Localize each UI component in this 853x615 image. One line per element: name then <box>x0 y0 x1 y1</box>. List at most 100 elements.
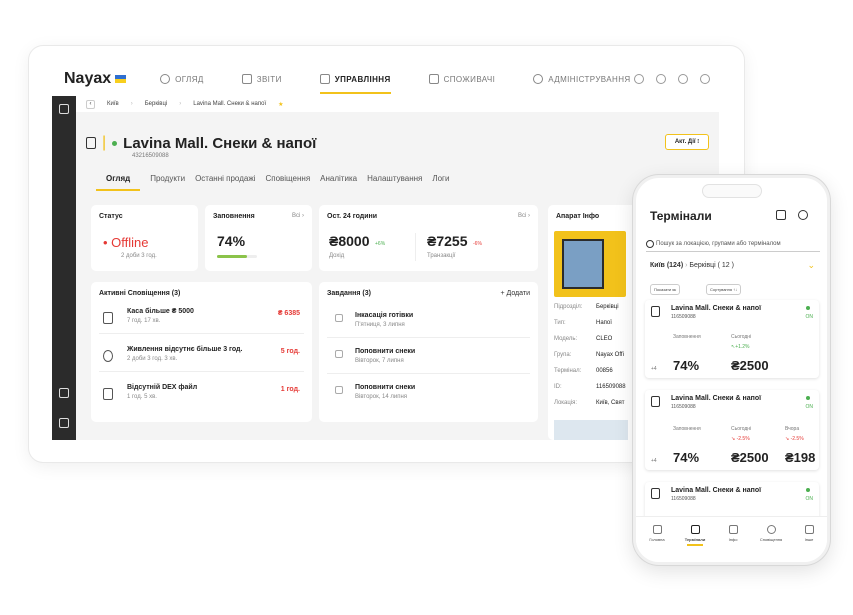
consumers-icon <box>428 74 439 84</box>
nav-manage[interactable]: УПРАВЛІННЯ <box>319 64 391 94</box>
terminal-serial: 116509088 <box>671 404 696 410</box>
nav-label: ОГЛЯД <box>175 74 204 84</box>
breadcrumb-separator: › <box>179 101 182 107</box>
bookmark-icon[interactable] <box>59 418 69 428</box>
sort-button[interactable]: Сортування ↑↓ <box>706 284 742 295</box>
tab-label: Інше <box>804 537 814 542</box>
breadcrumb-item: Lavina Mall. Снеки & напої <box>193 101 267 107</box>
alert-row[interactable]: Живлення відсутнє більше 3 год. 2 доби 3 … <box>99 342 304 372</box>
tab-products[interactable]: Продукти <box>150 174 185 191</box>
nav-consumers[interactable]: СПОЖИВАЧІ <box>428 64 496 94</box>
tab-terminals[interactable]: Термінали <box>678 525 712 546</box>
device-title: Lavina Mall. Снеки & напої <box>123 134 317 152</box>
alert-value: 1 год. <box>280 386 300 393</box>
actions-button[interactable]: Акт. Дії ⁝ <box>665 134 709 150</box>
tab-overview[interactable]: Огляд <box>96 174 141 191</box>
yesterday-label: Вчора <box>785 426 800 432</box>
bell-icon <box>766 525 776 534</box>
vending-machine-icon <box>651 488 660 499</box>
search-icon[interactable] <box>634 74 644 84</box>
back-button[interactable]: ‹ <box>86 99 95 109</box>
transactions-label: Транзакції <box>427 253 456 259</box>
yesterday-change: ↘ -2.5% <box>785 436 804 442</box>
tab-recent-sales[interactable]: Останні продажі <box>195 174 255 191</box>
nav-overview[interactable]: ОГЛЯД <box>160 64 204 94</box>
transactions-value: ₴7255 <box>427 233 468 249</box>
location-map[interactable] <box>554 420 628 440</box>
task-checkbox[interactable] <box>335 314 343 322</box>
tab-analytics[interactable]: Аналітика <box>320 174 357 191</box>
user-icon[interactable] <box>678 74 688 84</box>
manage-icon <box>319 74 330 84</box>
all-link[interactable]: Всі › <box>292 213 304 219</box>
home-icon <box>652 525 662 534</box>
actions-label: Акт. Дії <box>674 139 696 145</box>
filter-icon[interactable] <box>776 210 786 220</box>
tab-alerts[interactable]: Сповіщення <box>265 174 310 191</box>
nav-admin[interactable]: АДМІНІСТРУВАННЯ <box>533 64 630 94</box>
device-serial: 43216509088 <box>132 153 169 159</box>
task-row[interactable]: Поповнити снеки Вівторок, 7 липня <box>327 344 530 374</box>
vending-machine-icon <box>651 306 660 317</box>
vending-machine-image <box>554 231 626 297</box>
hierarchy-icon[interactable] <box>59 104 69 114</box>
fill-card: Заповнення Всі › 74% <box>205 205 312 271</box>
card-title: Апарат Інфо <box>556 213 600 220</box>
terminal-icon <box>690 525 700 534</box>
vending-machine-icon <box>651 396 660 407</box>
gear-icon[interactable] <box>700 74 710 84</box>
breadcrumb-item[interactable]: Київ <box>107 101 119 107</box>
terminal-serial: 116509088 <box>671 496 696 502</box>
reports-icon <box>241 74 252 84</box>
terminal-card[interactable]: Lavina Mall. Снеки & напої 116509088 ON … <box>645 300 819 378</box>
income-change: +6% <box>375 241 386 247</box>
nav-reports[interactable]: ЗВІТИ <box>241 64 282 94</box>
info-value: Київ, Свят <box>596 400 625 406</box>
terminal-serial: 116509088 <box>671 314 696 320</box>
tab-notifications[interactable]: Сповіщення <box>754 525 788 542</box>
card-title: Ост. 24 години <box>327 213 378 220</box>
book-icon[interactable] <box>59 388 69 398</box>
info-value: Nayax Offi <box>596 352 624 358</box>
machine-glass <box>562 239 604 289</box>
task-row[interactable]: Поповнити снеки Вівторок, 14 липня <box>327 380 530 410</box>
info-label: Підрозділ: <box>554 304 583 310</box>
add-task-button[interactable]: + Додати <box>500 290 530 297</box>
device-tabs: Огляд Продукти Останні продажі Сповіщенн… <box>96 174 449 191</box>
task-title: Поповнити снеки <box>355 348 416 355</box>
tab-info[interactable]: Інфо <box>716 525 750 542</box>
tab-settings[interactable]: Налаштування <box>367 174 422 191</box>
alert-row[interactable]: Відсутній DEX файл 1 год. 5 хв. 1 год. <box>99 380 304 410</box>
transactions-change: -6% <box>473 241 482 247</box>
all-link[interactable]: Всі › <box>518 213 530 219</box>
alert-value: 5 год. <box>280 348 300 355</box>
alert-row[interactable]: Каса більше ₴ 5000 7 год. 17 хв. ₴ 6385 <box>99 304 304 334</box>
star-icon[interactable]: ★ <box>278 101 283 108</box>
chevron-down-icon[interactable]: ⌄ <box>807 260 815 271</box>
terminal-card[interactable]: Lavina Mall. Снеки & напої 116509088 ON … <box>645 390 819 470</box>
nav-label: СПОЖИВАЧІ <box>443 74 496 84</box>
breadcrumb-item[interactable]: Берківці <box>145 101 168 107</box>
nav-label: АДМІНІСТРУВАННЯ <box>548 74 631 84</box>
fill-label: Заповнення <box>673 334 701 340</box>
task-checkbox[interactable] <box>335 350 343 358</box>
today-change: ↘ -2.5% <box>731 436 750 442</box>
sidebar <box>52 96 76 440</box>
tab-home[interactable]: Головна <box>640 525 674 542</box>
tab-more[interactable]: Інше <box>792 525 826 542</box>
location-selector[interactable]: Київ (124) › Берківці ( 12 ) <box>650 262 734 269</box>
nayax-logo[interactable]: Nayax <box>64 70 127 88</box>
tab-logs[interactable]: Логи <box>432 174 449 191</box>
task-checkbox[interactable] <box>335 386 343 394</box>
terminal-name: Lavina Mall. Снеки & напої <box>671 487 762 494</box>
search-input[interactable]: Пошук за локацією, групами або термінало… <box>646 236 820 252</box>
task-row[interactable]: Інкасація готівки П'ятниця, 3 липня <box>327 308 530 338</box>
bell-icon[interactable] <box>656 74 666 84</box>
chip-label: Сортування ↑↓ <box>710 287 738 292</box>
admin-icon <box>533 74 544 84</box>
online-status-dot <box>806 488 810 492</box>
show-as-button[interactable]: Показати як <box>650 284 681 295</box>
header-icons <box>634 74 710 84</box>
add-label: + Додати <box>500 290 530 297</box>
user-icon[interactable] <box>798 210 808 220</box>
